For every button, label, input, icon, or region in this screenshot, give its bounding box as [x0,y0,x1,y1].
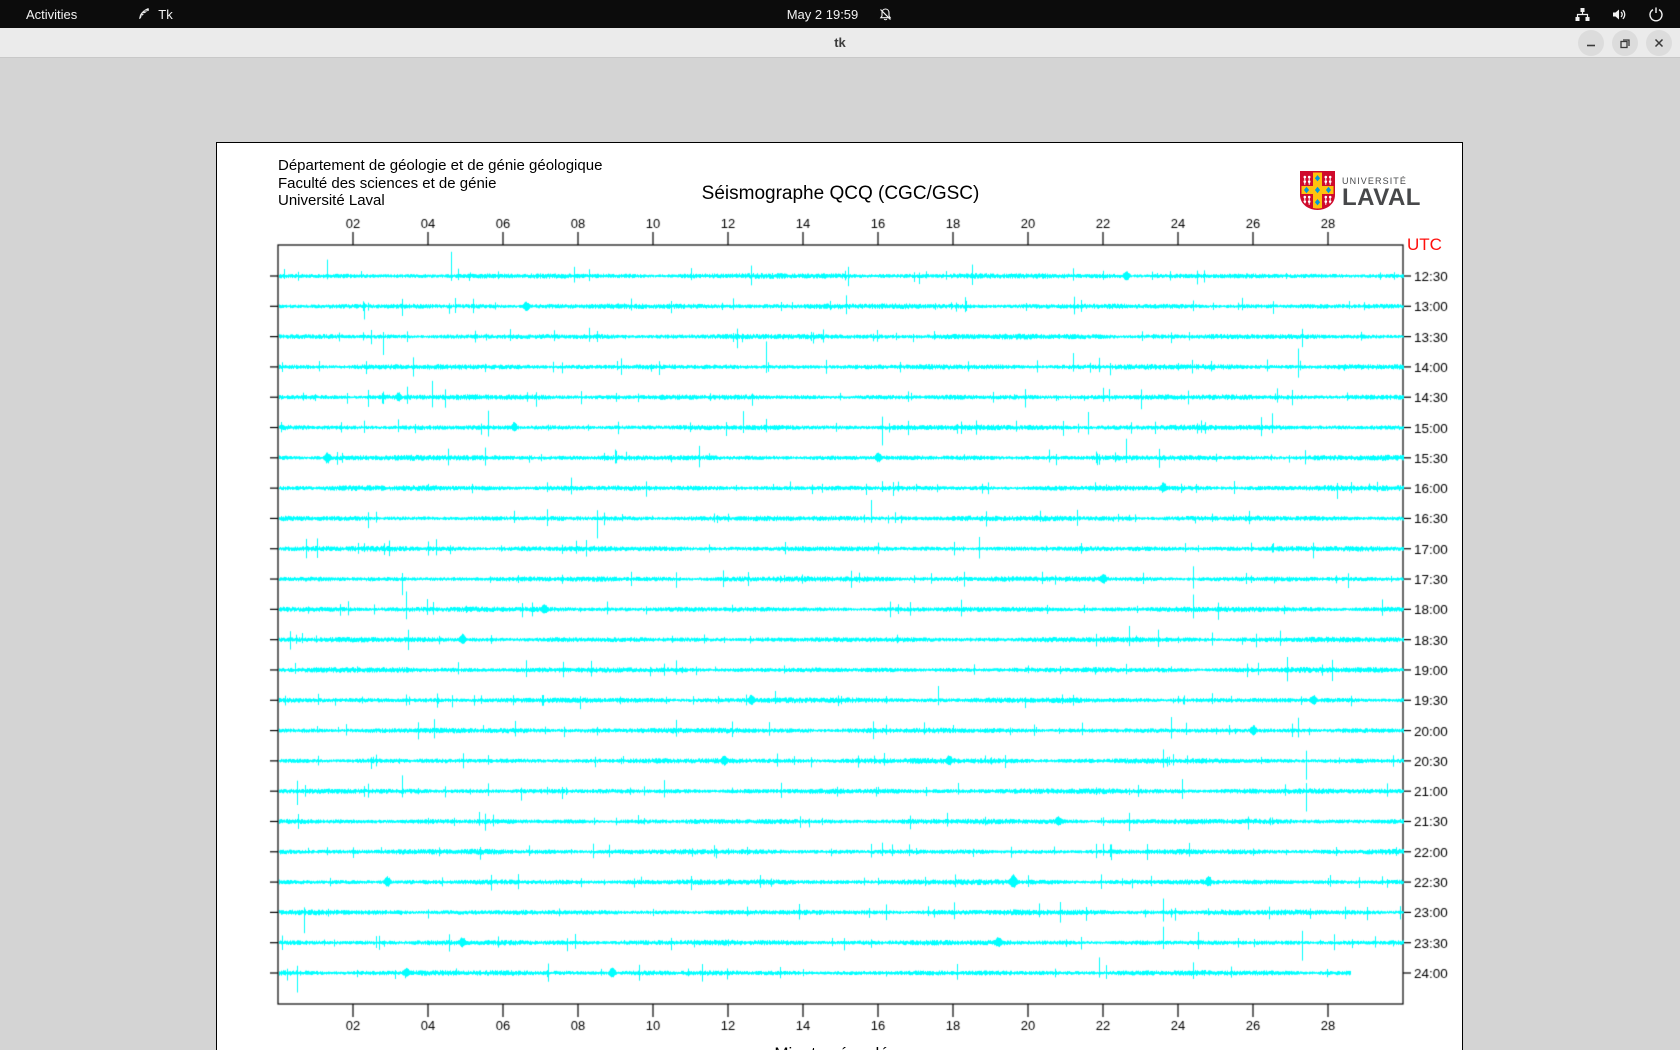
tk-feather-icon [137,7,151,21]
activities-button[interactable]: Activities [18,5,85,24]
minimize-button[interactable] [1578,30,1604,56]
seismograph-canvas [217,143,1464,1050]
power-icon [1648,6,1664,22]
seismograph-figure: Département de géologie et de génie géol… [216,142,1464,1050]
app-menu-label: Tk [158,6,173,22]
laval-logo-text: UNIVERSITÉ LAVAL [1342,176,1421,210]
app-menu-tk[interactable]: Tk [137,6,173,22]
network-wired-icon [1574,6,1591,23]
x-axis-title: Minutes écoulées [278,1044,1403,1050]
screen: Activities Tk May 2 19:59 tk Département… [0,0,1680,1050]
figure-title: Séismographe QCQ (CGC/GSC) [701,183,980,204]
volume-icon [1611,6,1628,23]
notifications-muted-icon [878,7,893,22]
clock-label[interactable]: May 2 19:59 [787,7,859,22]
close-button[interactable] [1646,30,1672,56]
universite-laval-logo: UNIVERSITÉ LAVAL [1299,170,1421,216]
window-title: tk [834,35,846,50]
laval-logo-line2: LAVAL [1342,184,1421,211]
maximize-button[interactable] [1612,30,1638,56]
header-line-1: Département de géologie et de génie géol… [278,157,603,174]
tk-window-body: Département de géologie et de génie géol… [0,59,1680,1050]
window-title-bar[interactable]: tk [0,28,1680,58]
laval-shield-icon [1299,170,1336,216]
system-status-area[interactable] [1574,0,1664,28]
gnome-top-bar: Activities Tk May 2 19:59 [0,0,1680,28]
window-controls [1578,30,1672,56]
clock-group: May 2 19:59 [0,0,1680,28]
utc-axis-title: UTC [1407,235,1442,254]
